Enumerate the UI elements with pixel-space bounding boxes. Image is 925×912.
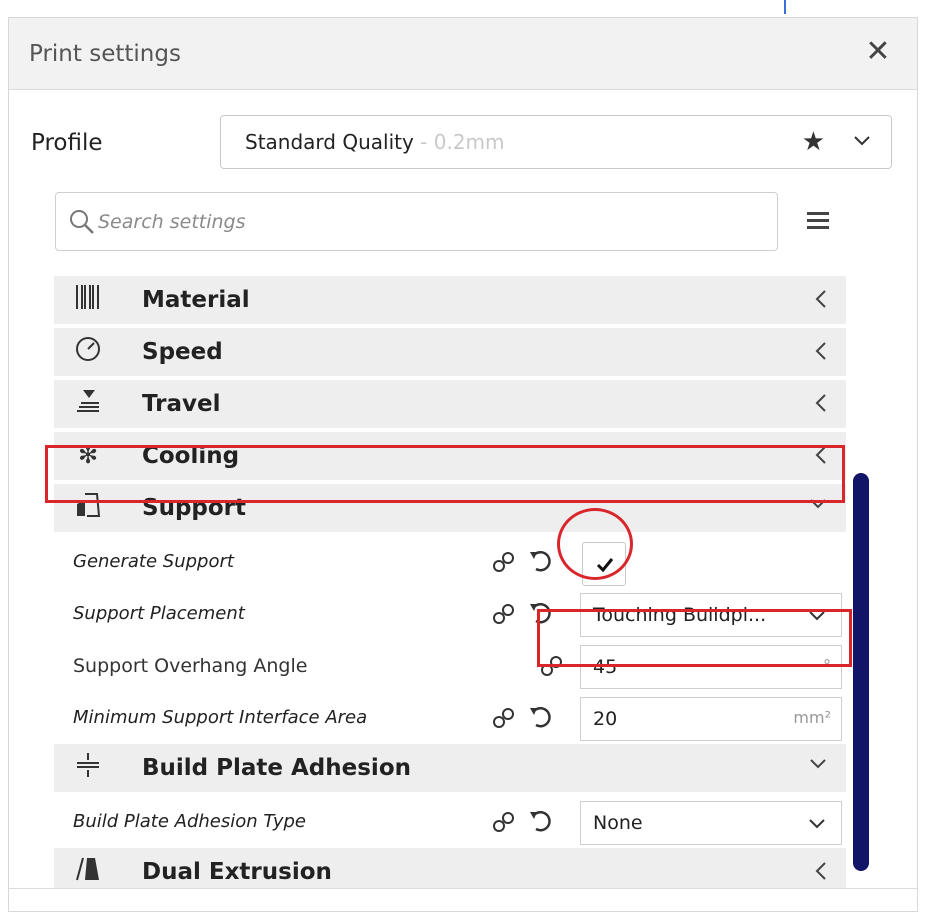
- settings-menu-icon[interactable]: [803, 208, 833, 234]
- chevron-down-icon: [853, 132, 871, 151]
- chevron-down-icon: [807, 816, 827, 835]
- search-box[interactable]: [55, 192, 778, 251]
- settings-list: Material Speed Travel ✻ Cooling Support …: [54, 276, 846, 896]
- setting-label: Support Overhang Angle: [73, 655, 308, 677]
- setting-generate-support: Generate Support: [54, 536, 846, 588]
- highlight-support-category: [45, 445, 845, 503]
- setting-label: Generate Support: [73, 551, 234, 572]
- setting-label: Minimum Support Interface Area: [73, 707, 368, 728]
- reset-icon[interactable]: [528, 809, 552, 837]
- setting-label: Build Plate Adhesion Type: [73, 811, 306, 832]
- highlight-overhang-angle-field: [537, 609, 852, 667]
- setting-label: Support Placement: [73, 603, 245, 624]
- setting-adhesion-type: Build Plate Adhesion Type None: [54, 796, 846, 848]
- star-icon[interactable]: ★: [802, 127, 825, 157]
- min-interface-area-input[interactable]: 20 mm²: [580, 697, 842, 741]
- select-value: None: [593, 812, 643, 834]
- link-icon[interactable]: [492, 551, 516, 577]
- category-label: Material: [142, 287, 250, 313]
- search-input[interactable]: [98, 205, 758, 239]
- category-label: Dual Extrusion: [142, 859, 332, 885]
- category-build-plate-adhesion[interactable]: Build Plate Adhesion: [54, 744, 846, 792]
- close-icon[interactable]: ✕: [861, 35, 895, 69]
- input-value: 20: [593, 708, 618, 730]
- category-travel[interactable]: Travel: [54, 380, 846, 428]
- panel-title: Print settings: [29, 41, 181, 67]
- search-icon: [68, 208, 96, 240]
- chevron-left-icon: [814, 288, 828, 314]
- profile-select[interactable]: Standard Quality - 0.2mm ★: [220, 115, 892, 169]
- chevron-down-icon: [808, 756, 828, 775]
- highlight-generate-support-checkbox: [557, 508, 633, 580]
- category-speed[interactable]: Speed: [54, 328, 846, 376]
- adhesion-icon: [72, 750, 104, 784]
- adhesion-type-select[interactable]: None: [580, 801, 842, 845]
- scrollbar[interactable]: [853, 473, 869, 871]
- travel-icon: [72, 386, 104, 420]
- reset-icon[interactable]: [528, 705, 552, 733]
- dual-extrusion-icon: [72, 854, 104, 888]
- category-material[interactable]: Material: [54, 276, 846, 324]
- chevron-left-icon: [814, 340, 828, 366]
- panel-footer: [9, 888, 917, 911]
- panel-header: Print settings ✕: [9, 18, 917, 90]
- cursor-tick: [784, 0, 786, 14]
- chevron-left-icon: [814, 860, 828, 886]
- unit-label: mm²: [793, 708, 831, 727]
- profile-name: Standard Quality - 0.2mm: [245, 130, 505, 154]
- setting-min-interface-area: Minimum Support Interface Area 20 mm²: [54, 692, 846, 744]
- link-icon[interactable]: [492, 707, 516, 733]
- material-icon: [72, 282, 104, 316]
- category-label: Build Plate Adhesion: [142, 755, 411, 781]
- chevron-left-icon: [814, 392, 828, 418]
- reset-icon[interactable]: [528, 549, 552, 577]
- profile-label: Profile: [31, 130, 103, 156]
- link-icon[interactable]: [492, 811, 516, 837]
- category-label: Speed: [142, 339, 223, 365]
- category-label: Travel: [142, 391, 221, 417]
- link-icon[interactable]: [492, 603, 516, 629]
- profile-layer-height: - 0.2mm: [413, 130, 505, 154]
- speed-icon: [72, 334, 104, 368]
- top-strip: [0, 0, 925, 14]
